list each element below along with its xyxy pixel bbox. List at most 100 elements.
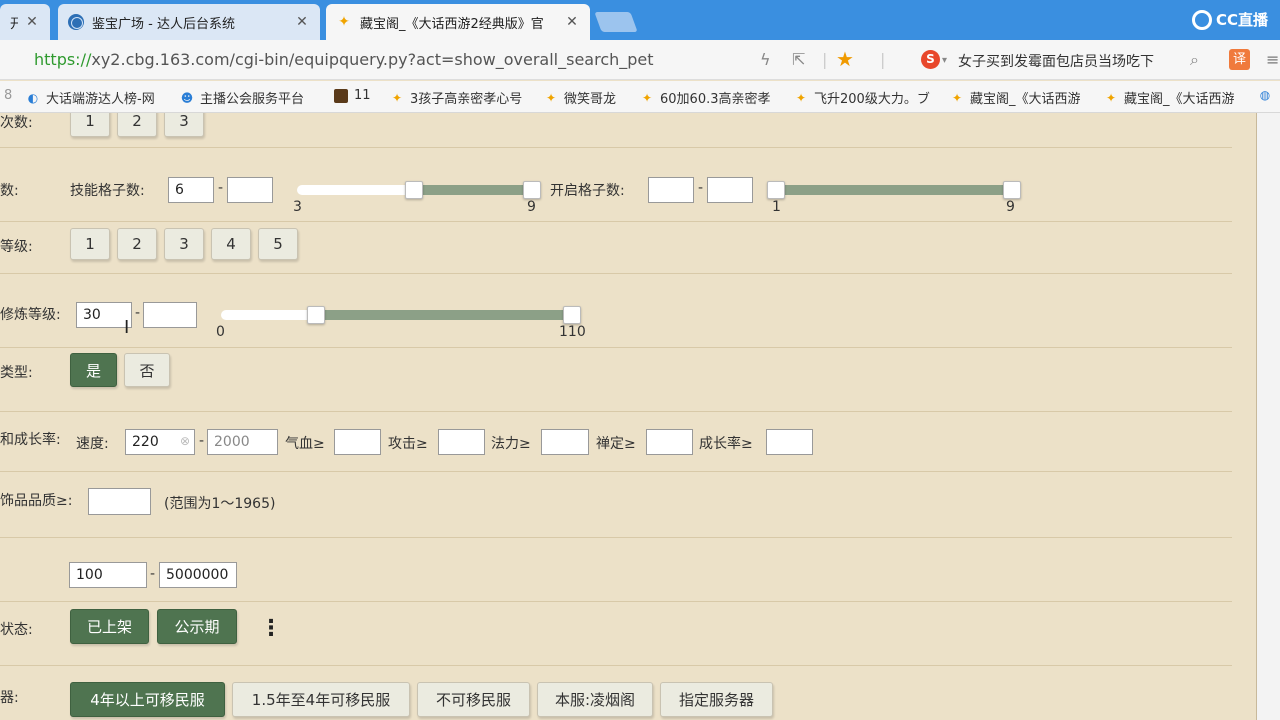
sogou-search-icon[interactable]: S — [921, 50, 940, 69]
tab-title: 藏宝阁_《大话西游2经典版》官 — [360, 16, 544, 32]
bookmark-item[interactable]: ✦ 藏宝阁_《大话西游 — [1104, 88, 1244, 108]
bookmark-label: 60加60.3高亲密孝 — [660, 92, 771, 107]
grade-option-4[interactable]: 4 — [211, 228, 251, 260]
cultivation-slider-max-handle[interactable] — [563, 306, 581, 324]
tab-start[interactable]: 开始 ✕ — [0, 4, 50, 40]
bird-icon: ✦ — [391, 90, 403, 105]
row-divider — [0, 665, 1232, 666]
url-field[interactable]: https://xy2.cbg.163.com/cgi-bin/equipque… — [34, 50, 654, 69]
quality-input[interactable] — [88, 488, 151, 515]
bird-icon: ✦ — [338, 14, 350, 30]
open-slots-slider-fill — [776, 185, 1012, 195]
hp-label: 气血≥ — [285, 436, 325, 452]
bookmark-item[interactable]: ☻ 主播公会服务平台 — [180, 88, 322, 108]
bookmark-item[interactable]: 11 — [334, 88, 374, 103]
share-icon[interactable]: ⇱ — [792, 50, 805, 69]
bookmark-item[interactable]: ✦ 藏宝阁_《大话西游 — [950, 88, 1088, 108]
price-min-input[interactable]: 100 — [69, 562, 147, 588]
new-tab-button[interactable] — [594, 12, 638, 32]
grade-option-5[interactable]: 5 — [258, 228, 298, 260]
mana-input[interactable] — [541, 429, 589, 455]
range-dash: - — [199, 433, 205, 449]
close-icon[interactable]: ✕ — [24, 14, 40, 30]
growth-rate-input[interactable] — [766, 429, 813, 455]
rank-label: 次数: — [0, 115, 33, 131]
page-scrollbar[interactable] — [1256, 113, 1280, 720]
skill-slots-min-input[interactable]: 6 — [168, 177, 214, 203]
grade-option-2[interactable]: 2 — [117, 228, 157, 260]
type-option-no[interactable]: 否 — [124, 353, 170, 387]
skill-slots-max-input[interactable] — [227, 177, 273, 203]
bookmark-item[interactable]: ◐ 大话端游达人榜-网 — [26, 88, 166, 108]
open-slots-max-input[interactable] — [707, 177, 753, 203]
bookmark-item[interactable]: ✦ 飞升200级大力。ブ — [794, 88, 934, 108]
rank-option-3[interactable]: 3 — [164, 113, 204, 137]
row-divider — [0, 601, 1232, 602]
tab-title: 开始 — [10, 16, 18, 32]
menu-icon[interactable]: ≡ — [1266, 50, 1279, 69]
divider: | — [822, 50, 828, 69]
server-option-non-migratable[interactable]: 不可移民服 — [417, 682, 530, 717]
type-option-yes[interactable]: 是 — [70, 353, 117, 387]
globe-icon: ◍ — [1259, 88, 1271, 102]
zen-input[interactable] — [646, 429, 693, 455]
status-option-listed[interactable]: 已上架 — [70, 609, 149, 644]
bird-icon: ✦ — [951, 90, 963, 105]
bookmark-item[interactable]: ✦ 60加60.3高亲密孝 — [640, 88, 778, 108]
speed-max-input[interactable]: 2000 — [207, 429, 278, 455]
bookmark-item[interactable]: ◍ — [1258, 88, 1278, 102]
bird-icon: ✦ — [545, 90, 557, 105]
address-bar: https://xy2.cbg.163.com/cgi-bin/equipque… — [0, 40, 1280, 80]
open-slots-min-input[interactable] — [648, 177, 694, 203]
more-options-icon[interactable]: ⋮ — [260, 618, 282, 640]
attack-input[interactable] — [438, 429, 485, 455]
clear-input-icon[interactable]: ⊗ — [180, 434, 190, 448]
lightning-icon[interactable]: ϟ — [760, 50, 771, 69]
url-path: xy2.cbg.163.com/cgi-bin/equipquery.py?ac… — [91, 50, 654, 69]
rank-option-2[interactable]: 2 — [117, 113, 157, 137]
server-option-current[interactable]: 本服:凌烟阁 — [537, 682, 653, 717]
chevron-down-icon[interactable]: ▾ — [942, 55, 947, 66]
skill-slots-slider-max-handle[interactable] — [523, 181, 541, 199]
tab-cangbaoge[interactable]: ✦ 藏宝阁_《大话西游2经典版》官 ✕ — [326, 4, 590, 40]
bookmark-overflow[interactable]: 8 — [4, 88, 12, 103]
rank-option-1[interactable]: 1 — [70, 113, 110, 137]
translate-icon[interactable]: 译 — [1229, 49, 1250, 70]
bookmark-label: 3孩子高亲密孝心号 — [410, 92, 523, 107]
cultivation-slider-min-handle[interactable] — [307, 306, 325, 324]
bookmark-label: 飞升200级大力。ブ — [814, 92, 930, 107]
hp-input[interactable] — [334, 429, 381, 455]
bookmark-item[interactable]: ✦ 微笑哥龙 — [544, 88, 628, 108]
bookmark-star-icon[interactable]: ★ — [836, 47, 854, 71]
row-divider — [0, 347, 1232, 348]
search-icon[interactable]: ⌕ — [1190, 50, 1199, 70]
range-dash: - — [218, 180, 224, 196]
price-max-input[interactable]: 5000000 — [159, 562, 237, 588]
slots-label: 数: — [0, 183, 19, 199]
grade-option-3[interactable]: 3 — [164, 228, 204, 260]
grade-option-1[interactable]: 1 — [70, 228, 110, 260]
news-ticker[interactable]: 女子买到发霉面包店员当场吃下 — [958, 51, 1154, 71]
cc-logo-icon — [1191, 9, 1212, 30]
close-icon[interactable]: ✕ — [564, 14, 580, 30]
bird-icon: ✦ — [795, 90, 807, 105]
close-icon[interactable]: ✕ — [294, 14, 310, 30]
blue-face-icon: ☻ — [180, 90, 194, 105]
skill-slots-slider-min-handle[interactable] — [405, 181, 423, 199]
bookmark-item[interactable]: ✦ 3孩子高亲密孝心号 — [390, 88, 528, 108]
cultivation-max-input[interactable] — [143, 302, 197, 328]
bookmark-label: 11 — [354, 88, 371, 103]
open-slots-slider-min-handle[interactable] — [767, 181, 785, 199]
cultivation-label: 修炼等级: — [0, 307, 61, 323]
server-option-1-5-to-4yr[interactable]: 1.5年至4年可移民服 — [232, 682, 410, 717]
cultivation-range-min: 0 — [216, 324, 225, 340]
grade-label: 等级: — [0, 239, 33, 255]
open-slots-label: 开启格子数: — [550, 183, 625, 199]
skill-slots-range-max: 9 — [527, 199, 536, 215]
server-option-4yr-migratable[interactable]: 4年以上可移民服 — [70, 682, 225, 717]
search-form: 次数: 1 2 3 数: 技能格子数: 6 - 3 9 开启格子数: - 1 9… — [0, 113, 1256, 720]
tab-admin-system[interactable]: 鉴宝广场 - 达人后台系统 ✕ — [58, 4, 320, 40]
open-slots-slider-max-handle[interactable] — [1003, 181, 1021, 199]
server-option-specify[interactable]: 指定服务器 — [660, 682, 773, 717]
status-option-public[interactable]: 公示期 — [157, 609, 237, 644]
